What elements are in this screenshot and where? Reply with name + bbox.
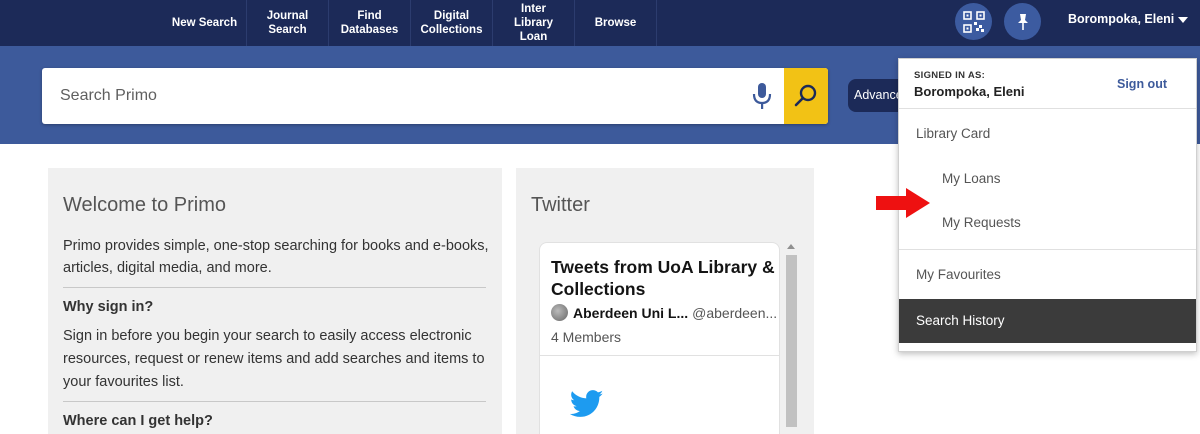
signed-in-label: SIGNED IN AS: — [914, 70, 986, 81]
chevron-down-icon[interactable] — [1178, 17, 1188, 23]
pin-button[interactable] — [1004, 3, 1041, 40]
get-help-heading: Where can I get help? — [63, 413, 213, 429]
menu-item-my-favourites[interactable]: My Favourites — [899, 253, 1196, 297]
nav-find-databases-label-line1: Find — [357, 10, 382, 22]
search-button[interactable] — [784, 68, 828, 124]
search-input[interactable] — [42, 68, 742, 124]
search-icon — [794, 84, 817, 107]
microphone-icon[interactable] — [750, 82, 774, 110]
nav-find-databases[interactable]: Find Databases — [329, 0, 411, 46]
menu-item-search-history[interactable]: Search History — [899, 299, 1196, 343]
nav-new-search-label: New Search — [171, 17, 238, 29]
nav-inter-library-loan[interactable]: Inter Library Loan — [493, 0, 575, 46]
user-dropdown-menu: SIGNED IN AS: Borompoka, Eleni Sign out … — [898, 58, 1197, 352]
signed-in-name: Borompoka, Eleni — [914, 84, 1025, 99]
nav-find-databases-label-line2: Databases — [340, 24, 399, 36]
nav-inter-library-loan-label-line2: Library — [514, 17, 553, 29]
nav-digital-collections[interactable]: Digital Collections — [411, 0, 493, 46]
twitter-account-name: Aberdeen Uni L... — [573, 304, 689, 321]
menu-item-library-card[interactable]: Library Card — [899, 109, 1196, 154]
avatar — [551, 304, 568, 321]
twitter-scrollbar[interactable] — [784, 242, 798, 434]
nav-inter-library-loan-label-line3: Loan — [519, 31, 548, 43]
qr-code-button[interactable] — [955, 3, 992, 40]
nav-new-search[interactable]: New Search — [163, 0, 247, 46]
welcome-panel: Welcome to Primo Primo provides simple, … — [48, 168, 502, 434]
nav-inter-library-loan-label-line1: Inter — [521, 3, 546, 15]
why-sign-in-heading: Why sign in? — [63, 299, 154, 315]
nav-browse-label: Browse — [594, 17, 637, 29]
user-menu-toggle[interactable]: Borompoka, Eleni — [1068, 12, 1174, 26]
menu-item-my-requests[interactable]: My Requests — [899, 201, 1196, 245]
welcome-intro-text: Primo provides simple, one-stop searchin… — [63, 238, 489, 276]
menu-item-my-loans[interactable]: My Loans — [899, 157, 1196, 201]
red-arrow-annotation-icon — [876, 188, 930, 218]
nav-journal-search-label-line2: Search — [268, 24, 307, 36]
twitter-account[interactable]: Aberdeen Uni L... @aberdeen... — [551, 304, 776, 321]
search-box — [42, 68, 828, 124]
qr-code-icon — [962, 10, 985, 33]
scroll-up-icon[interactable] — [787, 244, 795, 249]
twitter-timeline-heading[interactable]: Tweets from UoA Library & Collections — [551, 256, 776, 300]
divider — [63, 401, 486, 402]
nav-journal-search-label-line1: Journal — [266, 10, 309, 22]
nav-digital-collections-label-line1: Digital — [433, 10, 470, 22]
scrollbar-thumb[interactable] — [786, 255, 797, 427]
divider — [63, 287, 486, 288]
divider — [899, 249, 1196, 250]
divider — [540, 355, 779, 356]
twitter-title: Twitter — [531, 194, 590, 216]
pin-icon — [1017, 13, 1028, 30]
nav-browse[interactable]: Browse — [575, 0, 657, 46]
twitter-members-count: 4 Members — [551, 329, 622, 345]
twitter-panel: Twitter Tweets from UoA Library & Collec… — [516, 168, 814, 434]
why-sign-in-text: Sign in before you begin your search to … — [63, 328, 485, 390]
nav-journal-search[interactable]: Journal Search — [247, 0, 329, 46]
top-navigation-bar: New Search Journal Search Find Databases D… — [0, 0, 1200, 46]
sign-out-link[interactable]: Sign out — [1117, 77, 1167, 91]
welcome-title: Welcome to Primo — [63, 194, 227, 216]
twitter-bird-icon — [570, 390, 604, 417]
twitter-timeline-card: Tweets from UoA Library & Collections Ab… — [539, 242, 780, 434]
twitter-handle: @aberdeen... — [692, 304, 776, 321]
nav-digital-collections-label-line2: Collections — [420, 24, 483, 36]
